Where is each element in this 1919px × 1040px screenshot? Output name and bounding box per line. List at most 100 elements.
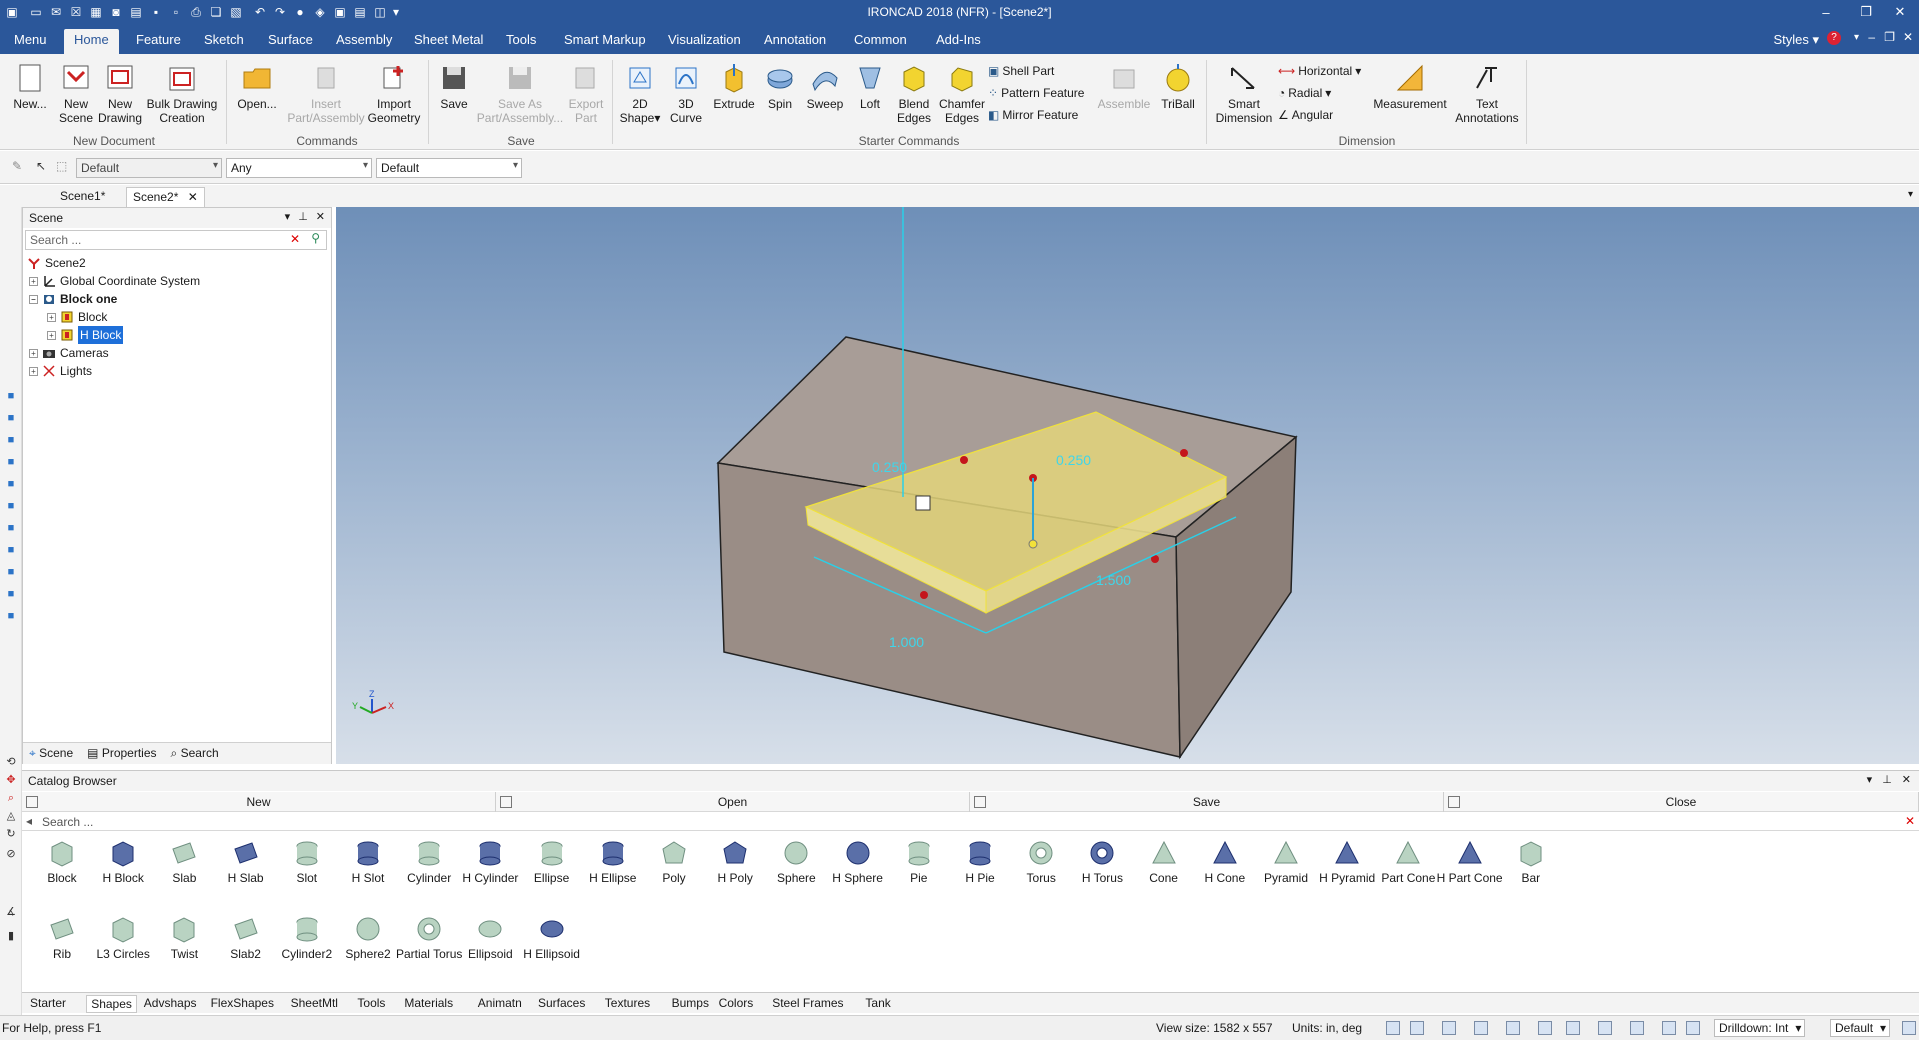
look-at-icon[interactable]: ◬	[4, 809, 18, 823]
filter-combo[interactable]: Any ▾	[226, 158, 372, 178]
pointer-icon[interactable]: ↖	[36, 159, 52, 175]
insert-part-button[interactable]: Insert Part/Assembly	[284, 62, 368, 125]
tree-item-global-coordinate-system[interactable]: + Global Coordinate System	[29, 272, 200, 290]
footer-tab-scene[interactable]: ⌖ Scene	[29, 746, 73, 761]
size-handle[interactable]	[1180, 449, 1188, 457]
footer-tab-search[interactable]: ⌕ Search	[171, 746, 219, 761]
snap-icon[interactable]	[1662, 1021, 1676, 1035]
catalog-tab-sheetmtl[interactable]: SheetMtl	[287, 995, 342, 1013]
bulk-icon[interactable]: ▦	[88, 4, 104, 20]
print-icon[interactable]: ⎙	[188, 4, 204, 20]
zoom-icon[interactable]: ⌕	[4, 791, 18, 805]
tab-tools[interactable]: Tools	[496, 29, 546, 54]
catalog-tab-colors[interactable]: Colors	[715, 995, 758, 1013]
new-icon[interactable]: ▭	[28, 4, 44, 20]
blend-edges-button[interactable]: Blend Edges	[892, 62, 936, 125]
tree-item-h-block[interactable]: + H Block	[47, 326, 124, 344]
angular-dimension-button[interactable]: ∠ Angular	[1278, 106, 1333, 124]
settings-icon[interactable]	[1902, 1021, 1916, 1035]
catalog-shape-h-ellipsoid[interactable]: H Ellipsoid	[516, 915, 588, 961]
catalog-tab-surfaces[interactable]: Surfaces	[534, 995, 589, 1013]
dim-depth-left-label[interactable]: 0.250	[872, 459, 907, 475]
view-front-icon[interactable]: ■	[4, 389, 18, 403]
doc-tab-close-icon[interactable]: ✕	[188, 190, 198, 204]
styles-menu[interactable]: Styles ▾	[1773, 32, 1819, 48]
measure-icon[interactable]: ∡	[4, 905, 18, 919]
2d-shape-button[interactable]: 2D Shape▾	[618, 62, 662, 125]
catalog-tab-flexshapes[interactable]: FlexShapes	[207, 995, 278, 1013]
smart-dimension-button[interactable]: Smart Dimension	[1212, 62, 1276, 125]
catalog-tab-shapes[interactable]: Shapes	[86, 995, 137, 1013]
style-combo[interactable]: Default ▾	[76, 158, 222, 178]
catalog-dropdown-icon[interactable]: ▾	[1867, 773, 1873, 786]
loft-button[interactable]: Loft	[850, 62, 890, 111]
new-drawing-icon[interactable]: ☒	[68, 4, 84, 20]
collapse-icon[interactable]: –	[29, 294, 38, 304]
redo-icon[interactable]: ↷	[272, 4, 288, 20]
pattern-feature-button[interactable]: ⁘ Pattern Feature	[988, 84, 1084, 102]
view-dimetric-icon[interactable]: ■	[4, 543, 18, 557]
customize-qa-icon[interactable]: ▾	[388, 4, 404, 20]
material-combo[interactable]: Default ▾	[376, 158, 522, 178]
catalog-back-icon[interactable]: ◂	[26, 814, 32, 828]
extrude-button[interactable]: Extrude	[710, 62, 758, 111]
minimize-button[interactable]: –	[1806, 2, 1846, 22]
tab-sheet-metal[interactable]: Sheet Metal	[404, 29, 493, 54]
view-left-icon[interactable]: ■	[4, 433, 18, 447]
mirror-feature-button[interactable]: ◧ Mirror Feature	[988, 106, 1078, 124]
catalog-tab-advshaps[interactable]: Advshaps	[140, 995, 201, 1013]
catalog-tab-textures[interactable]: Textures	[601, 995, 654, 1013]
fit-icon[interactable]: ▣	[332, 4, 348, 20]
light-icon[interactable]: ●	[292, 4, 308, 20]
pan-icon[interactable]: ✥	[4, 773, 18, 787]
expand-icon[interactable]: +	[29, 366, 38, 376]
tree-item-cameras[interactable]: + Cameras	[29, 344, 109, 362]
select-mode-icon[interactable]: ⬚	[56, 159, 72, 175]
new-scene-icon[interactable]: ✉	[48, 4, 64, 20]
view-normal-icon[interactable]: ■	[4, 587, 18, 601]
view-top-icon[interactable]: ■	[4, 477, 18, 491]
catalog-clear-search-icon[interactable]: ✕	[1905, 814, 1915, 828]
new-drawing-button[interactable]: New Drawing	[98, 62, 142, 125]
doc-tab-scene2[interactable]: Scene2* ✕	[126, 187, 205, 207]
assemble-button[interactable]: Assemble	[1096, 62, 1152, 111]
tree-item-block-one[interactable]: – Block one	[29, 290, 117, 308]
clear-search-icon[interactable]: ✕	[290, 232, 300, 246]
select-cursor-icon[interactable]	[1686, 1021, 1700, 1035]
scene-search-input[interactable]: Search ... ✕ ⚲	[25, 230, 327, 250]
copy-icon[interactable]: ❏	[208, 4, 224, 20]
catalog-tab-steel-frames[interactable]: Steel Frames	[768, 995, 847, 1013]
catalog-tab-bumps[interactable]: Bumps	[668, 995, 713, 1013]
save-as-button[interactable]: Save As Part/Assembly...	[474, 62, 566, 125]
view-right-icon[interactable]: ■	[4, 455, 18, 469]
catalog-tab-tools[interactable]: Tools	[353, 995, 389, 1013]
view-custom-icon[interactable]: ■	[4, 609, 18, 623]
tab-home[interactable]: Home	[64, 29, 119, 54]
no-entry-icon[interactable]: ⊘	[4, 847, 18, 861]
default-combo[interactable]: Default ▾	[1830, 1019, 1891, 1037]
footer-tab-properties[interactable]: ▤ Properties	[87, 746, 156, 761]
tab-visualization[interactable]: Visualization	[658, 29, 751, 54]
paste-icon[interactable]: ▧	[228, 4, 244, 20]
catalog-tab-starter[interactable]: Starter	[26, 995, 70, 1013]
catalog-save-button[interactable]: Save	[970, 792, 1444, 812]
doc-tabs-dropdown-icon[interactable]: ▾	[1908, 189, 1913, 200]
catalog-new-button[interactable]: New	[22, 792, 496, 812]
chamfer-edges-button[interactable]: Chamfer Edges	[936, 62, 988, 125]
view-back-icon[interactable]: ■	[4, 411, 18, 425]
tree-item-scene2[interactable]: Scene2	[27, 254, 86, 272]
orbit-icon[interactable]: ⟲	[4, 755, 18, 769]
horizontal-dimension-button[interactable]: ⟷ Horizontal ▾	[1278, 62, 1361, 80]
expand-icon[interactable]: +	[29, 348, 38, 358]
expand-icon[interactable]: +	[47, 312, 56, 322]
pin-icon[interactable]: ⊥	[298, 210, 308, 223]
bulk-drawing-button[interactable]: Bulk Drawing Creation	[144, 62, 220, 125]
help-dropdown-icon[interactable]: ▾	[1854, 32, 1859, 43]
open-folder-icon[interactable]: ▤	[128, 4, 144, 20]
render-mode-icon[interactable]	[1442, 1021, 1456, 1035]
measurement-button[interactable]: Measurement	[1370, 62, 1450, 111]
view-cube-icon[interactable]	[1474, 1021, 1488, 1035]
text-annotations-button[interactable]: Text Annotations	[1452, 62, 1522, 125]
3d-viewport[interactable]: 1.000 1.500 0.250 0.250 Z X Y	[336, 207, 1919, 764]
save-icon[interactable]: ▪	[148, 4, 164, 20]
